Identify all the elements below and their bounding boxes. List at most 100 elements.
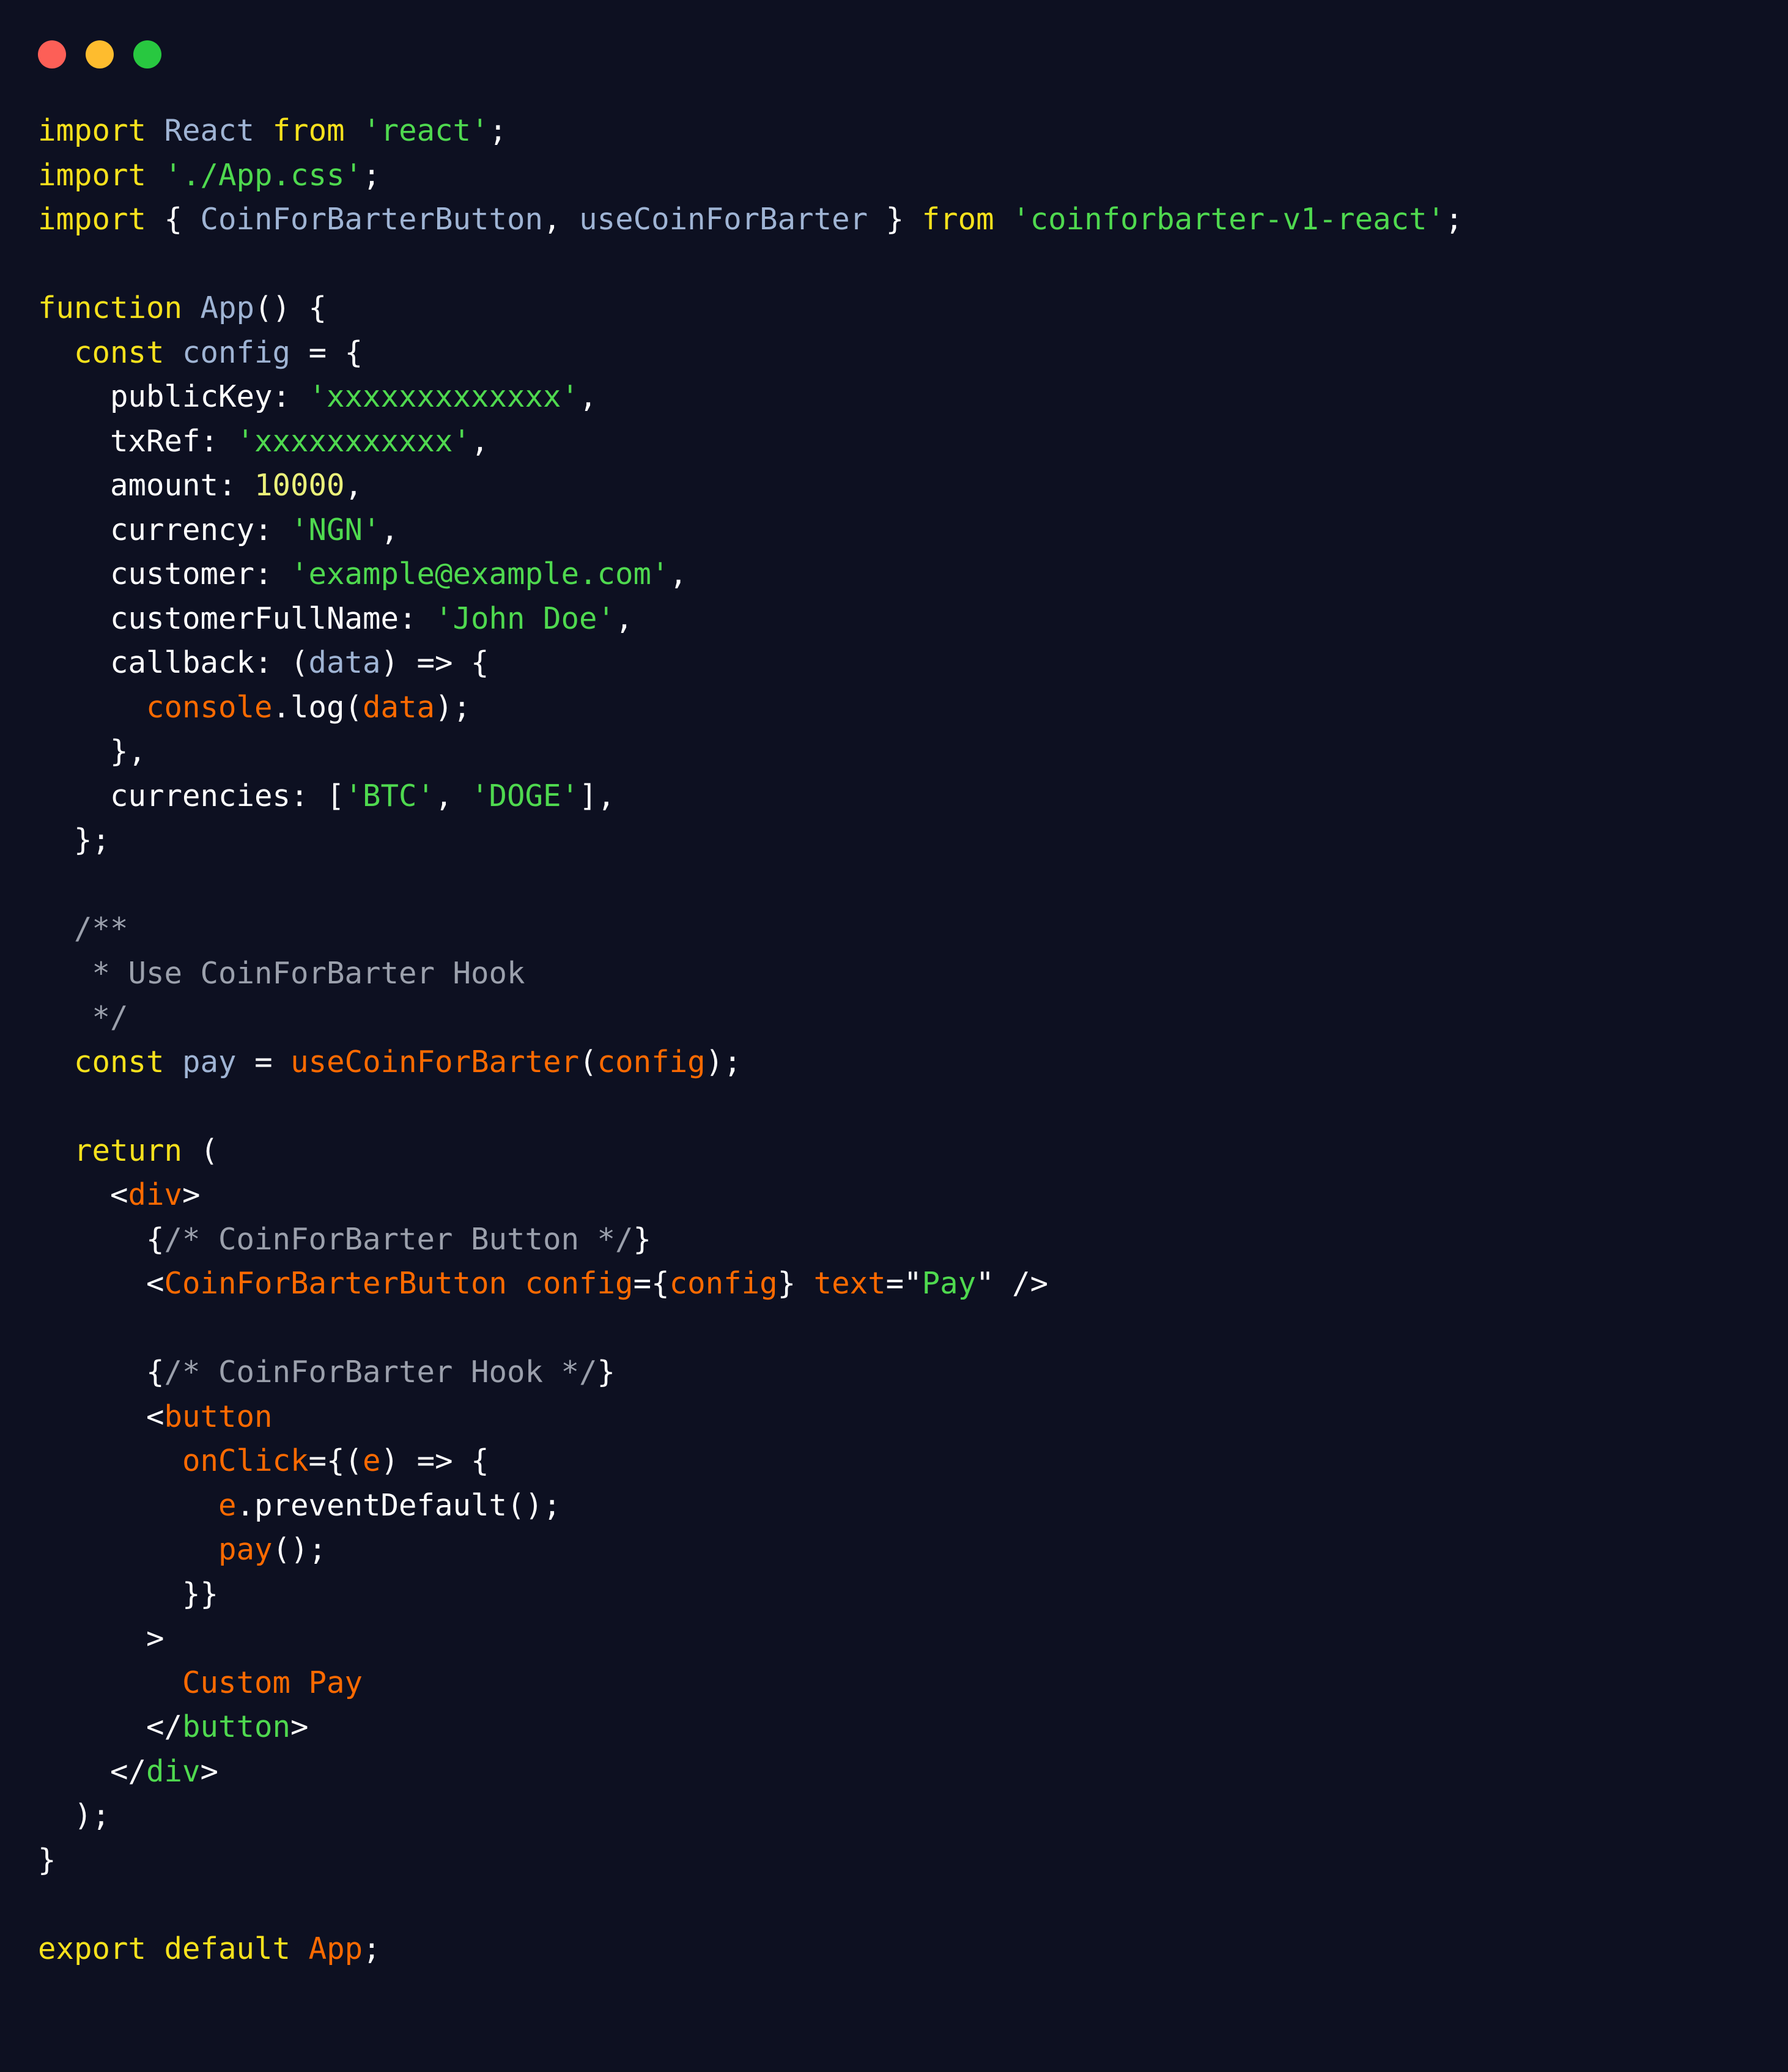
- code-token: .preventDefault();: [236, 1487, 561, 1523]
- code-token: console: [146, 689, 273, 725]
- code-token: data: [363, 689, 435, 725]
- code-token: ,: [435, 778, 471, 813]
- code-token: './App.css': [164, 157, 363, 193]
- code-line: * Use CoinForBarter Hook: [38, 952, 1788, 996]
- code-token: ;: [489, 113, 508, 148]
- code-token: 'coinforbarter-v1-react': [1012, 202, 1446, 237]
- code-token: },: [38, 734, 147, 769]
- minimize-window-button[interactable]: [86, 40, 114, 68]
- code-token: }: [777, 1266, 814, 1301]
- code-token: customerFullName:: [38, 601, 435, 636]
- code-token: = {: [290, 335, 363, 370]
- code-token: 'example@example.com': [290, 557, 670, 591]
- code-editor-content[interactable]: import React from 'react'; import './App.…: [38, 109, 1788, 1971]
- code-token: >: [38, 1621, 164, 1656]
- code-token: >: [290, 1709, 309, 1744]
- code-token: 'John Doe': [435, 601, 616, 636]
- code-token: publicKey:: [38, 379, 309, 414]
- code-line: currencies: ['BTC', 'DOGE'],: [38, 774, 1788, 819]
- code-token: ],: [579, 778, 616, 813]
- close-window-button[interactable]: [38, 40, 66, 68]
- code-token: ;: [363, 1931, 381, 1966]
- code-token: /* CoinForBarter Button */: [164, 1221, 634, 1257]
- code-token: CoinForBarterButton: [164, 1266, 508, 1301]
- code-line: <CoinForBarterButton config={config} tex…: [38, 1262, 1788, 1306]
- code-line: return (: [38, 1129, 1788, 1174]
- code-token: }: [633, 1221, 652, 1257]
- code-token: div: [128, 1177, 183, 1212]
- code-token: */: [38, 1000, 128, 1035]
- code-token: CoinForBarterButton: [200, 202, 544, 237]
- code-token: 10000: [254, 468, 345, 503]
- code-token: React: [164, 113, 255, 148]
- maximize-window-button[interactable]: [133, 40, 161, 68]
- code-line: }: [38, 1838, 1788, 1883]
- code-token: App: [200, 290, 255, 325]
- code-token: ;: [363, 157, 381, 193]
- code-token: 'NGN': [290, 512, 381, 547]
- code-token: amount:: [38, 468, 255, 503]
- code-token: txRef:: [38, 423, 237, 459]
- code-line: callback: (data) => {: [38, 641, 1788, 686]
- code-line: <button: [38, 1395, 1788, 1440]
- code-token: 'xxxxxxxxxxxxx': [308, 379, 580, 414]
- code-token: () {: [254, 290, 327, 325]
- code-token: );: [705, 1044, 742, 1079]
- code-token: =: [236, 1044, 291, 1079]
- code-line: Custom Pay: [38, 1661, 1788, 1706]
- code-line: const config = {: [38, 331, 1788, 376]
- code-line: <div>: [38, 1173, 1788, 1218]
- code-token: ,: [380, 512, 399, 547]
- code-token: currency:: [38, 512, 291, 547]
- code-token: <: [38, 1266, 164, 1301]
- code-line: /**: [38, 907, 1788, 952]
- code-token: ();: [272, 1532, 327, 1567]
- code-line: }}: [38, 1572, 1788, 1617]
- code-token: ,: [579, 379, 597, 414]
- code-line: import './App.css';: [38, 154, 1788, 198]
- code-line: currency: 'NGN',: [38, 508, 1788, 553]
- code-token: /* CoinForBarter Hook */: [164, 1355, 597, 1389]
- code-token: (: [182, 1133, 219, 1168]
- code-line: {/* CoinForBarter Hook */}: [38, 1350, 1788, 1395]
- code-line: );: [38, 1794, 1788, 1838]
- code-line: pay();: [38, 1528, 1788, 1572]
- code-token: default: [164, 1931, 291, 1966]
- code-line: */: [38, 996, 1788, 1040]
- code-line: const pay = useCoinForBarter(config);: [38, 1040, 1788, 1085]
- code-token: </: [38, 1709, 183, 1744]
- code-token: ) => {: [380, 1443, 489, 1478]
- code-line: txRef: 'xxxxxxxxxxx',: [38, 420, 1788, 464]
- code-token: return: [74, 1133, 183, 1168]
- code-token: export: [38, 1931, 147, 1966]
- code-token: 'DOGE': [471, 778, 580, 813]
- code-token: from: [922, 202, 994, 237]
- code-line: amount: 10000,: [38, 464, 1788, 508]
- code-token: </: [38, 1753, 147, 1789]
- code-token: ,: [344, 468, 363, 503]
- code-token: useCoinForBarter: [290, 1044, 580, 1079]
- code-line: };: [38, 818, 1788, 863]
- code-token: );: [435, 689, 471, 725]
- code-token: function: [38, 290, 183, 325]
- code-line: import { CoinForBarterButton, useCoinFor…: [38, 198, 1788, 242]
- code-line: export default App;: [38, 1927, 1788, 1972]
- code-token: ,: [615, 601, 634, 636]
- code-snippet-window: import React from 'react'; import './App.…: [0, 0, 1788, 2072]
- code-line: customer: 'example@example.com',: [38, 552, 1788, 597]
- code-token: const: [74, 1044, 164, 1079]
